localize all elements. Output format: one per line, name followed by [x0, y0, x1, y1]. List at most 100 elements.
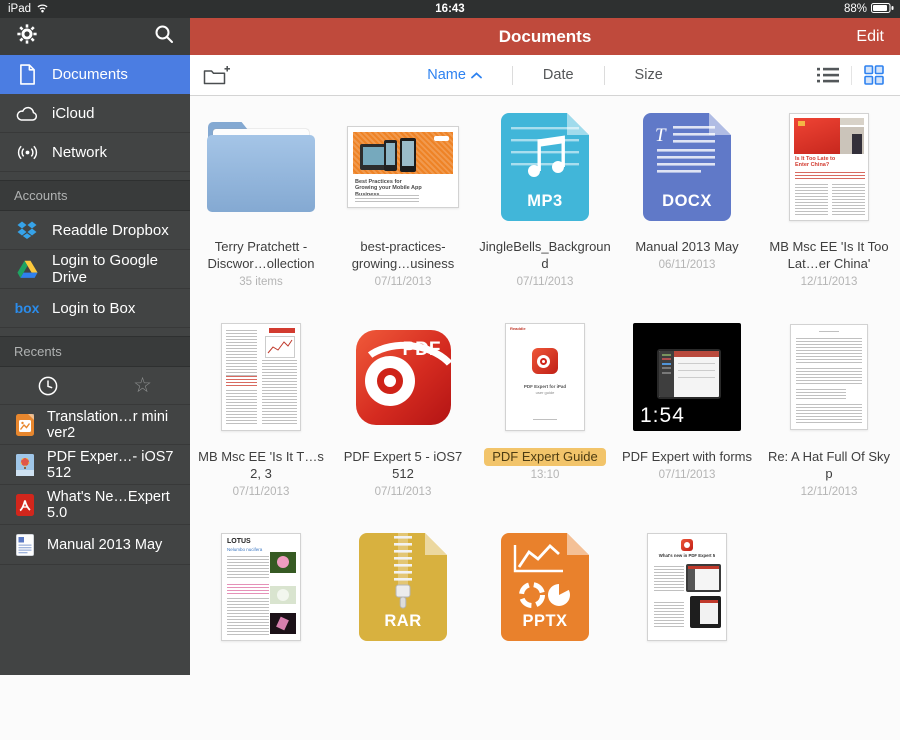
file-meta: 13:10 — [530, 468, 560, 481]
file-cell-whats-new-doc[interactable]: What's new in PDF Expert 5 — [616, 530, 758, 740]
sort-options: Name Date Size — [397, 65, 693, 85]
sidebar-item-label: Network — [52, 143, 108, 161]
file-cell-pdf-expert-app[interactable]: PDF PDF Expert 5 - iOS7 512 07/11/2013 — [332, 320, 474, 530]
sidebar-item-box[interactable]: box Login to Box — [0, 289, 190, 328]
box-logo-icon: box — [14, 300, 40, 316]
svg-text:T: T — [655, 125, 667, 146]
status-bar: iPad 16:43 88% — [0, 0, 900, 18]
file-name: PDF Expert 5 - iOS7 512 — [343, 449, 463, 481]
document-thumbnail — [790, 324, 868, 430]
recent-item-label: Translation…r mini ver2 — [47, 408, 169, 441]
file-cell-pdf-expert-guide[interactable]: Readdle PDF Expert for iPad user guide P… — [474, 320, 616, 530]
file-name: best-practices-growing…usiness — [351, 239, 455, 271]
adobe-pdf-icon — [15, 493, 35, 516]
file-cell-jinglebells-mp3[interactable]: MP3 JingleBells_Background 07/11/2013 — [474, 110, 616, 320]
file-meta: 07/11/2013 — [374, 485, 432, 498]
thumb-subtitle-text: Nelumbo nucifera — [227, 547, 263, 552]
file-name: MB Msc EE 'Is It T…s 2, 3 — [198, 449, 324, 481]
sidebar-item-readdle-dropbox[interactable]: Readdle Dropbox — [0, 211, 190, 250]
sidebar-item-icloud[interactable]: iCloud — [0, 94, 190, 133]
file-name: JingleBells_Background — [479, 239, 611, 271]
sort-by-name[interactable]: Name — [397, 67, 512, 83]
google-drive-icon — [15, 260, 39, 279]
new-folder-button[interactable] — [203, 55, 231, 95]
pdf-badge: PDF — [402, 338, 441, 360]
mp3-file-icon: MP3 — [501, 113, 589, 221]
image-file-icon — [15, 413, 35, 436]
video-duration: 1:54 — [640, 404, 685, 427]
file-type-badge: RAR — [384, 612, 422, 630]
sidebar-item-documents[interactable]: Documents — [0, 55, 190, 94]
sort-size-label: Size — [634, 67, 663, 83]
file-cell-mb-article[interactable]: MB Msc EE 'Is It T…s 2, 3 07/11/2013 — [190, 320, 332, 530]
chevron-up-icon — [471, 67, 482, 83]
thumb-subtitle-text: user guide — [535, 390, 555, 395]
recents-tab-clock[interactable] — [0, 367, 95, 404]
document-thumbnail: What's new in PDF Expert 5 — [647, 533, 727, 641]
sort-date-label: Date — [542, 67, 574, 83]
thumb-title-text: What's new in PDF Expert 5 — [658, 553, 716, 558]
file-meta: 12/11/2013 — [800, 275, 858, 288]
file-cell-rar-archive[interactable]: RAR — [332, 530, 474, 740]
recent-item-whats-new[interactable]: What's Ne…Expert 5.0 — [0, 485, 190, 525]
settings-gear-icon[interactable] — [16, 23, 38, 50]
cloud-icon — [15, 105, 39, 122]
file-name: MB Msc EE 'Is It Too Lat…er China' — [769, 239, 889, 271]
document-thumbnail: Readdle PDF Expert for iPad user guide — [505, 323, 585, 431]
rar-file-icon: RAR — [359, 533, 447, 641]
star-icon: ☆ — [133, 374, 152, 397]
file-name: Manual 2013 May — [635, 239, 739, 254]
recents-tabs: ☆ — [0, 367, 190, 405]
file-meta: 07/11/2013 — [658, 468, 716, 481]
pptx-file-icon: PPTX — [501, 533, 589, 641]
sidebar-item-network[interactable]: Network — [0, 133, 190, 172]
document-thumbnail: Best Practices for Growing your Mobile A… — [347, 126, 459, 208]
recent-item-manual[interactable]: Manual 2013 May — [0, 525, 190, 565]
file-cell-folder-terry-pratchett[interactable]: Terry Pratchett - Discwor…ollection 35 i… — [190, 110, 332, 320]
recent-item-pdf-expert-image[interactable]: PDF Exper…- iOS7 512 — [0, 445, 190, 485]
document-thumbnail: LOTUS Nelumbo nucifera — [221, 533, 301, 641]
accounts-section-header: Accounts — [0, 180, 190, 211]
edit-button[interactable]: Edit — [856, 28, 900, 46]
file-meta: 07/11/2013 — [232, 485, 290, 498]
file-type-badge: PPTX — [522, 612, 568, 630]
file-meta: 07/11/2013 — [516, 275, 574, 288]
file-meta: 35 items — [239, 275, 283, 288]
toolbar: Name Date Size — [190, 55, 900, 96]
file-name: Terry Pratchett - Discwor…ollection — [207, 239, 315, 271]
document-icon — [15, 63, 39, 85]
search-icon[interactable] — [154, 24, 174, 49]
file-cell-best-practices[interactable]: Best Practices for Growing your Mobile A… — [332, 110, 474, 320]
text-doc-icon — [15, 533, 35, 556]
selected-file-pill: PDF Expert Guide — [484, 448, 606, 466]
thumb-title-text: Is It Too Late to Enter China? — [795, 156, 836, 169]
list-view-button[interactable] — [813, 63, 843, 87]
file-meta: 07/11/2013 — [374, 275, 432, 288]
thumb-title-text: LOTUS — [227, 538, 251, 545]
header-row: Documents Edit — [0, 18, 900, 55]
thumb-title-text: PDF Expert for iPad — [523, 384, 567, 389]
recent-item-label: Manual 2013 May — [47, 536, 163, 553]
file-cell-hat-full-of-sky[interactable]: Re: A Hat Full Of Sky p 12/11/2013 — [758, 320, 900, 530]
grid-view-button[interactable] — [860, 61, 888, 89]
file-cell-pptx[interactable]: PPTX — [474, 530, 616, 740]
file-cell-pdf-expert-video[interactable]: 1:54 PDF Expert with forms 07/11/2013 — [616, 320, 758, 530]
file-cell-china-doc[interactable]: Is It Too Late to Enter China? MB Msc EE… — [758, 110, 900, 320]
file-meta: 06/11/2013 — [658, 258, 716, 271]
document-thumbnail: Is It Too Late to Enter China? — [789, 113, 869, 221]
sidebar: Documents iCloud Network Accounts Readdl… — [0, 55, 190, 675]
file-grid: Terry Pratchett - Discwor…ollection 35 i… — [190, 96, 900, 740]
recent-item-label: PDF Exper…- iOS7 512 — [47, 448, 174, 481]
sidebar-item-google-drive[interactable]: Login to Google Drive — [0, 250, 190, 289]
sort-by-size[interactable]: Size — [605, 67, 693, 83]
thumb-logo-text: Readdle — [510, 326, 526, 331]
favorites-tab-star[interactable]: ☆ — [95, 367, 190, 404]
sidebar-header — [0, 18, 190, 55]
divider — [851, 65, 852, 85]
sidebar-item-label: Documents — [52, 65, 128, 83]
docx-file-icon: T DOCX — [643, 113, 731, 221]
file-cell-lotus-doc[interactable]: LOTUS Nelumbo nucifera — [190, 530, 332, 740]
file-cell-manual-docx[interactable]: T DOCX Manual 2013 May 06/11/2013 — [616, 110, 758, 320]
sort-by-date[interactable]: Date — [513, 67, 604, 83]
recent-item-translation[interactable]: Translation…r mini ver2 — [0, 405, 190, 445]
